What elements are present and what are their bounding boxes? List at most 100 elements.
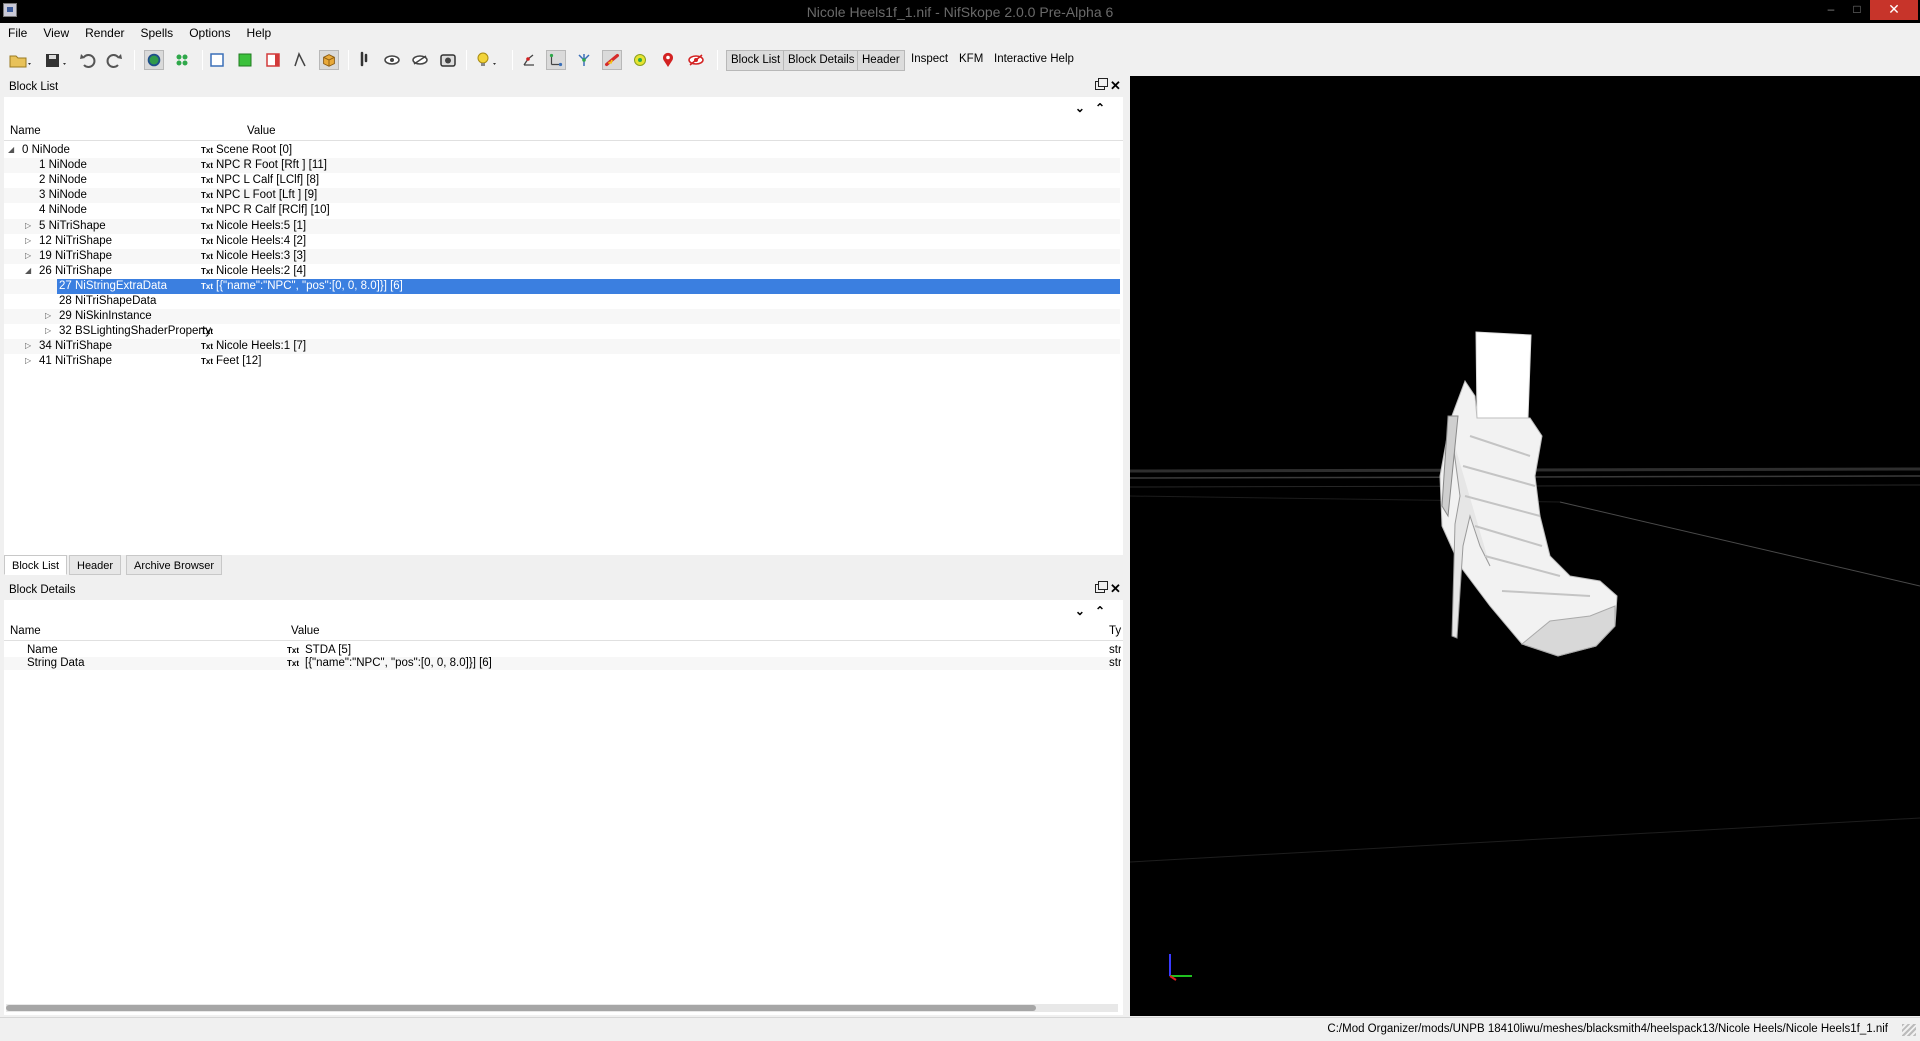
status-bar: C:/Mod Organizer/mods/UNPB 18410liwu/mes… [0, 1017, 1920, 1041]
menu-render[interactable]: Render [77, 23, 132, 44]
undo-icon[interactable] [78, 50, 98, 70]
kfm-toggle[interactable]: KFM [955, 50, 987, 71]
close-dock-icon[interactable]: ✕ [1110, 581, 1121, 597]
menu-help[interactable]: Help [239, 23, 280, 44]
block-value: Nicole Heels:1 [7] [216, 340, 307, 353]
tab-block-list[interactable]: Block List [4, 555, 68, 575]
tree-row[interactable]: ▷ 12 NiTriShape Txt Nicole Heels:4 [2] [4, 234, 1120, 249]
top-view-icon[interactable] [235, 50, 255, 70]
menu-options[interactable]: Options [181, 23, 238, 44]
tree-row[interactable]: ◢ 0 NiNode Txt Scene Root [0] [4, 143, 1120, 158]
tree-row[interactable]: ▷ 41 NiTriShape Txt Feet [12] [4, 354, 1120, 369]
side-view-icon[interactable] [263, 50, 283, 70]
open-icon[interactable] [8, 50, 34, 70]
float-dock-icon[interactable] [1095, 581, 1108, 593]
horizontal-scrollbar[interactable] [6, 1004, 1118, 1012]
cube-view-icon[interactable] [319, 50, 339, 70]
hidden-eye-icon[interactable] [410, 50, 430, 70]
block-name: 4 NiNode [39, 204, 87, 217]
collapse-all-icon[interactable]: ⌃ [1095, 604, 1115, 618]
detail-value[interactable]: STDA [5] [305, 644, 351, 656]
globe-icon[interactable] [144, 50, 164, 70]
constraints-icon[interactable] [686, 50, 706, 70]
maximize-button[interactable]: □ [1844, 0, 1870, 20]
tree-row[interactable]: 3 NiNode Txt NPC L Foot [Lft ] [9] [4, 188, 1120, 204]
expand-all-icon[interactable]: ⌄ [1075, 101, 1095, 115]
expand-arrow-icon[interactable]: ▷ [25, 236, 33, 245]
detail-row[interactable]: String Data Txt [{"name":"NPC", "pos":[0, … [4, 656, 1121, 670]
expand-all-icon[interactable]: ⌄ [1075, 604, 1095, 618]
toolbar-separator [512, 50, 513, 70]
expand-arrow-icon[interactable]: ▷ [25, 221, 33, 230]
tree-row[interactable]: 28 NiTriShapeData [4, 294, 1120, 309]
expand-arrow-icon[interactable]: ▷ [25, 251, 33, 260]
block-list-toggle[interactable]: Block List [726, 50, 786, 71]
scrollbar-thumb[interactable] [6, 1005, 1036, 1011]
user-view-icon[interactable] [290, 50, 310, 70]
markers-icon[interactable] [630, 50, 650, 70]
tab-header[interactable]: Header [69, 555, 122, 575]
block-details-toggle[interactable]: Block Details [783, 50, 860, 71]
detail-row[interactable]: Name Txt STDA [5] str [4, 644, 1121, 657]
nodes-icon[interactable] [546, 50, 566, 70]
render-viewport[interactable] [1130, 76, 1920, 1016]
redo-icon[interactable] [104, 50, 124, 70]
minimize-button[interactable]: – [1818, 0, 1844, 20]
type-column-header[interactable]: Ty [1109, 625, 1121, 637]
save-icon[interactable] [44, 50, 70, 70]
value-column-header[interactable]: Value [247, 125, 276, 137]
detail-value[interactable]: [{"name":"NPC", "pos":[0, 0, 8.0]}] [6] [305, 657, 492, 669]
collision-icon[interactable] [602, 50, 622, 70]
menu-file[interactable]: File [0, 23, 35, 44]
light-bulb-icon[interactable] [474, 50, 500, 70]
collapse-expand-buttons[interactable]: ⌄⌃ [1075, 101, 1115, 115]
value-column-header[interactable]: Value [291, 625, 320, 637]
tab-archive-browser[interactable]: Archive Browser [126, 555, 223, 575]
tree-row[interactable]: ▷ 34 NiTriShape Txt Nicole Heels:1 [7] [4, 339, 1120, 355]
block-value: Scene Root [0] [216, 144, 293, 156]
screenshot-icon[interactable] [438, 50, 458, 70]
close-dock-icon[interactable]: ✕ [1110, 78, 1121, 94]
tree-row[interactable]: ▷ 19 NiTriShape Txt Nicole Heels:3 [3] [4, 248, 1120, 264]
expand-arrow-icon[interactable]: ▷ [45, 326, 53, 335]
tree-row[interactable]: 4 NiNode Txt NPC R Calf [RClf] [10] [4, 203, 1120, 218]
tree-row[interactable]: 1 NiNode Txt NPC R Foot [Rft ] [11] [4, 158, 1120, 174]
inspect-toggle[interactable]: Inspect [907, 50, 952, 71]
name-column-header[interactable]: Name [10, 625, 41, 637]
close-button[interactable]: ✕ [1870, 0, 1918, 20]
tree-row[interactable]: ▷ 29 NiSkinInstance [4, 309, 1120, 325]
tree-row[interactable]: ◢ 26 NiTriShape Txt Nicole Heels:2 [4] [4, 264, 1120, 279]
furniture-icon[interactable] [658, 50, 678, 70]
tree-row[interactable]: ▷ 32 BSLightingShaderProperty Txt [4, 324, 1120, 339]
block-value: NPC L Calf [LClf] [8] [216, 174, 320, 187]
spells-icon[interactable] [172, 50, 192, 70]
interactive-help-toggle[interactable]: Interactive Help [990, 50, 1078, 71]
collapse-expand-buttons[interactable]: ⌄⌃ [1075, 604, 1115, 618]
float-dock-icon[interactable] [1095, 78, 1108, 90]
skeleton-icon[interactable] [574, 50, 594, 70]
toolbar-separator [202, 50, 203, 70]
tree-row[interactable]: ▷ 5 NiTriShape Txt Nicole Heels:5 [1] [4, 218, 1120, 234]
expand-arrow-icon[interactable]: ▷ [45, 311, 53, 320]
menu-view[interactable]: View [35, 23, 77, 44]
collapse-arrow-icon[interactable]: ◢ [25, 266, 33, 275]
collapse-arrow-icon[interactable]: ◢ [8, 145, 16, 154]
menu-bar: File View Render Spells Options Help [0, 23, 1920, 44]
window-title: Nicole Heels1f_1.nif - NifSkope 2.0.0 Pr… [806, 4, 1114, 20]
axes-icon[interactable] [519, 50, 539, 70]
expand-arrow-icon[interactable]: ▷ [25, 356, 33, 365]
header-toggle[interactable]: Header [857, 50, 905, 71]
expand-arrow-icon[interactable]: ▷ [25, 341, 33, 350]
axis-gizmo [1169, 954, 1192, 981]
resize-grip-icon[interactable] [1902, 1024, 1916, 1036]
front-view-icon[interactable] [207, 50, 227, 70]
block-list-title: Block List [9, 81, 59, 93]
name-column-header[interactable]: Name [10, 125, 41, 137]
collapse-all-icon[interactable]: ⌃ [1095, 101, 1115, 115]
menu-spells[interactable]: Spells [133, 23, 182, 44]
tree-row[interactable]: 2 NiNode Txt NPC L Calf [LClf] [8] [4, 173, 1120, 188]
eye-icon[interactable] [382, 50, 402, 70]
tree-row[interactable]: 27 NiStringExtraData Txt [{"name":"NPC", "… [4, 278, 1120, 294]
walk-icon[interactable] [354, 50, 374, 70]
block-name: 26 NiTriShape [39, 264, 113, 277]
